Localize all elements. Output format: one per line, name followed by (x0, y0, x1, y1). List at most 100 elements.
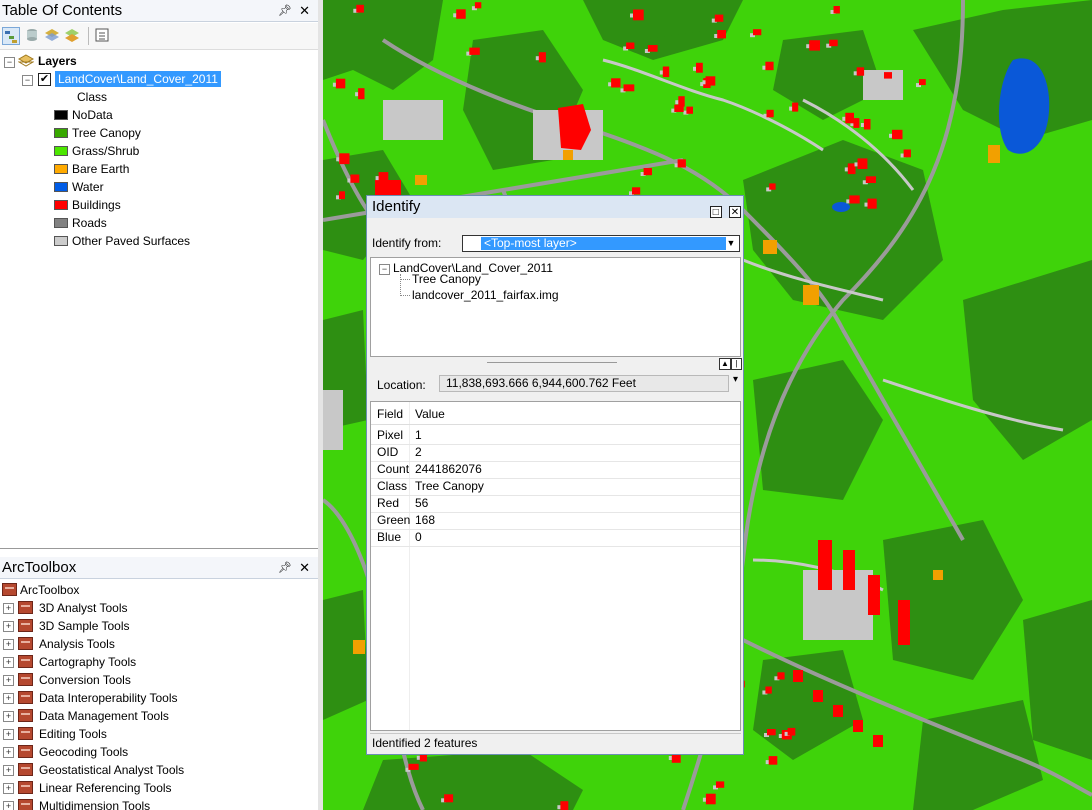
table-row[interactable]: OID 2 (371, 444, 740, 462)
list-by-selection-icon[interactable] (64, 27, 82, 45)
building-footprint (560, 801, 569, 810)
table-row[interactable]: Green 168 (371, 512, 740, 530)
building-footprint (829, 39, 838, 47)
close-icon[interactable]: ✕ (729, 206, 741, 218)
building-footprint (768, 756, 778, 765)
building-footprint (335, 78, 346, 89)
building-footprint (632, 187, 641, 195)
pin-icon[interactable]: 📌︎ (278, 557, 292, 579)
layers-label: Layers (38, 54, 77, 68)
close-icon[interactable]: ✕ (299, 557, 310, 579)
toc-tree: − Layers − ✔ LandCover\Land_Cover_2011 C… (0, 50, 319, 549)
building-footprint (408, 763, 419, 770)
class-header: Class (77, 90, 108, 104)
chevron-down-icon[interactable]: ▼ (725, 237, 737, 250)
collapse-up-icon[interactable]: ▲ (719, 358, 731, 370)
building-footprint (469, 47, 480, 55)
building-footprint (677, 159, 686, 168)
pin-icon[interactable]: 📌︎ (278, 0, 292, 22)
legend-swatch (54, 218, 68, 228)
legend-swatch (54, 146, 68, 156)
building-footprint (765, 61, 774, 71)
toolbox-icon (18, 601, 33, 614)
expand-toggle[interactable]: + (3, 801, 14, 810)
split-view-icon[interactable]: | (731, 358, 742, 370)
maximize-icon[interactable]: □ (709, 206, 722, 218)
building-footprint (705, 76, 716, 86)
options-icon[interactable] (94, 27, 112, 45)
expand-toggle[interactable]: + (3, 693, 14, 704)
toc-title: Table Of Contents (2, 2, 123, 19)
building-footprint (865, 176, 876, 183)
expand-toggle[interactable]: + (3, 783, 14, 794)
building-footprint (863, 119, 871, 130)
result-source[interactable]: landcover_2011_fairfax.img (412, 288, 559, 302)
toolbox-icon (18, 673, 33, 686)
toolbox-icon (18, 637, 33, 650)
splitter-grip[interactable] (487, 362, 617, 363)
layer-visibility-checkbox[interactable]: ✔ (38, 73, 51, 86)
building-footprint (714, 14, 724, 22)
building-footprint (853, 118, 860, 128)
building-footprint (766, 109, 774, 118)
building-footprint (845, 112, 854, 124)
building-footprint (474, 2, 482, 9)
toolbar-divider (88, 27, 89, 45)
layers-collapse-toggle[interactable]: − (4, 57, 15, 68)
location-label: Location: (377, 378, 426, 392)
legend-swatch (54, 164, 68, 174)
list-by-visibility-icon[interactable] (44, 27, 62, 45)
expand-toggle[interactable]: + (3, 603, 14, 614)
table-row[interactable]: Red 56 (371, 495, 740, 513)
building-footprint (633, 9, 644, 21)
close-icon[interactable]: ✕ (299, 0, 310, 22)
expand-toggle[interactable]: + (3, 639, 14, 650)
result-collapse-toggle[interactable]: − (379, 264, 390, 275)
layer-name[interactable]: LandCover\Land_Cover_2011 (55, 71, 221, 87)
identify-title-bar[interactable]: Identify □ ✕ (367, 196, 743, 218)
legend-swatch (54, 182, 68, 192)
building-footprint (339, 191, 345, 200)
identify-window: Identify □ ✕ Identify from: <Top-most la… (366, 195, 744, 755)
toc-title-bar: Table Of Contents 📌︎ ✕ (0, 0, 318, 22)
location-units-dropdown[interactable]: ▾ (733, 374, 738, 385)
building-footprint (358, 88, 365, 100)
building-footprint (833, 6, 840, 14)
value-header: Value (415, 407, 445, 421)
building-footprint (767, 729, 776, 736)
table-header: Field Value (371, 404, 740, 425)
building-footprint (884, 72, 892, 79)
building-footprint (356, 4, 364, 13)
building-footprint (777, 672, 785, 680)
identify-results-tree: − LandCover\Land_Cover_2011 Tree Canopy … (370, 257, 741, 357)
expand-toggle[interactable]: + (3, 621, 14, 632)
building-footprint (903, 149, 911, 158)
table-row[interactable]: Pixel 1 (371, 427, 740, 445)
building-footprint (892, 129, 903, 140)
building-footprint (705, 793, 716, 805)
building-footprint (857, 158, 868, 169)
table-row[interactable]: Blue 0 (371, 529, 740, 547)
expand-toggle[interactable]: + (3, 729, 14, 740)
status-bar: Identified 2 features (370, 733, 741, 752)
expand-toggle[interactable]: + (3, 675, 14, 686)
building-footprint (696, 62, 703, 73)
list-by-source-icon[interactable] (24, 27, 42, 45)
building-footprint (623, 84, 635, 92)
table-row[interactable]: Count 2441862076 (371, 461, 740, 479)
expand-toggle[interactable]: + (3, 747, 14, 758)
tree-line (400, 274, 402, 296)
building-footprint (716, 781, 725, 788)
expand-toggle[interactable]: + (3, 657, 14, 668)
field-header: Field (377, 407, 404, 421)
building-footprint (753, 29, 762, 36)
expand-toggle[interactable]: + (3, 765, 14, 776)
building-footprint (809, 40, 820, 51)
table-row[interactable]: Class Tree Canopy (371, 478, 740, 496)
identify-from-select[interactable]: <Top-most layer> ▼ (462, 235, 740, 252)
identify-from-value: <Top-most layer> (481, 237, 726, 250)
expand-toggle[interactable]: + (3, 711, 14, 722)
layer-collapse-toggle[interactable]: − (22, 75, 33, 86)
list-by-drawing-order-icon[interactable] (2, 27, 20, 45)
result-feature[interactable]: Tree Canopy (412, 272, 481, 286)
